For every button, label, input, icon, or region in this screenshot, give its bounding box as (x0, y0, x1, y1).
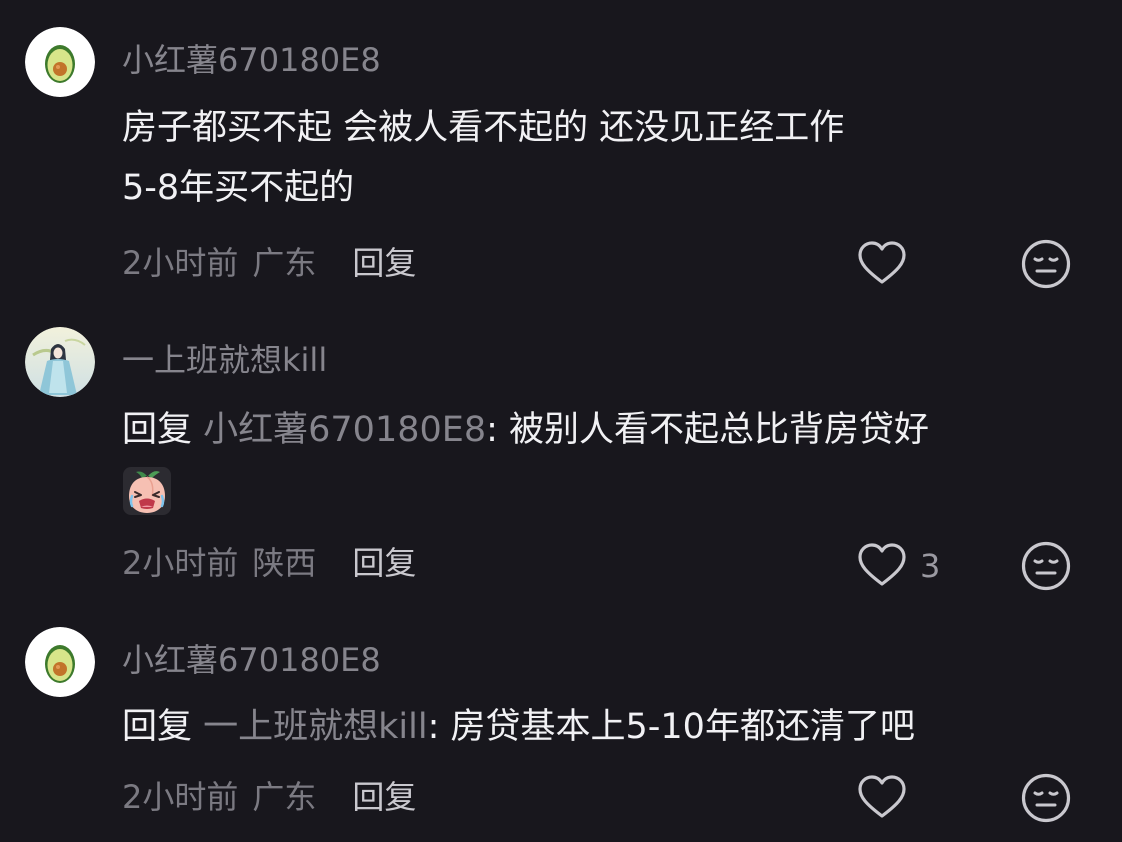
crying-peach-emoji (123, 467, 171, 515)
heart-icon (858, 241, 906, 284)
comment-text-line: 回复 一上班就想kill: 房贷基本上5-10年都还清了吧 (122, 697, 1082, 757)
comment-username[interactable]: 小红薯670180E8 (122, 640, 381, 680)
avocado-icon (25, 627, 95, 697)
anime-girl-avatar (25, 327, 95, 397)
comment-text-line (122, 460, 1082, 520)
avatar[interactable] (25, 627, 95, 697)
comment-text: 回复 小红薯670180E8: 被别人看不起总比背房贷好 (122, 400, 1082, 520)
heart-icon (858, 543, 906, 586)
comment-text-line: 房子都买不起 会被人看不起的 还没见正经工作 (122, 108, 845, 148)
comment-meta: 2小时前 陕西 回复 (122, 543, 416, 583)
like-button[interactable]: 3 (856, 540, 940, 592)
reply-button[interactable]: 回复 (352, 778, 416, 816)
comment-time: 2小时前 (122, 244, 239, 282)
avatar[interactable] (25, 27, 95, 97)
like-count: 3 (920, 547, 941, 585)
like-button[interactable] (856, 238, 920, 290)
meh-face-icon (1021, 773, 1071, 823)
comment-username[interactable]: 一上班就想kill (122, 340, 327, 380)
comment-text-line: 回复 小红薯670180E8: 被别人看不起总比背房贷好 (122, 400, 1082, 460)
comment-text: 房子都买不起 会被人看不起的 还没见正经工作 5-8年买不起的 (122, 98, 1082, 218)
reply-target-username[interactable]: 小红薯670180E8 (203, 410, 486, 450)
meh-face-icon (1021, 541, 1071, 591)
reply-button[interactable]: 回复 (352, 544, 416, 582)
comment-text-body: : 房贷基本上5-10年都还清了吧 (427, 707, 915, 747)
dislike-button[interactable] (1020, 772, 1072, 824)
comment-time: 2小时前 (122, 544, 239, 582)
heart-icon (858, 775, 906, 818)
like-button[interactable] (856, 772, 920, 824)
reply-target-username[interactable]: 一上班就想kill (203, 707, 427, 747)
comment-time: 2小时前 (122, 778, 239, 816)
comment-meta: 2小时前 广东 回复 (122, 243, 416, 283)
avatar[interactable] (25, 327, 95, 397)
comment-text: 回复 一上班就想kill: 房贷基本上5-10年都还清了吧 (122, 697, 1082, 757)
comment-username[interactable]: 小红薯670180E8 (122, 40, 381, 80)
comment-list: 小红薯670180E8 房子都买不起 会被人看不起的 还没见正经工作 5-8年买… (0, 0, 1122, 842)
comment-location: 广东 (252, 244, 317, 282)
comment-location: 陕西 (252, 544, 317, 582)
meh-face-icon (1021, 239, 1071, 289)
dislike-button[interactable] (1020, 540, 1072, 592)
reply-button[interactable]: 回复 (352, 244, 416, 282)
reply-prefix: 回复 (122, 410, 204, 450)
comment-text-body: : 被别人看不起总比背房贷好 (486, 410, 930, 450)
comment-location: 广东 (252, 778, 317, 816)
comment-meta: 2小时前 广东 回复 (122, 777, 416, 817)
comment-text-line: 5-8年买不起的 (122, 168, 355, 208)
dislike-button[interactable] (1020, 238, 1072, 290)
avocado-icon (25, 27, 95, 97)
reply-prefix: 回复 (122, 707, 204, 747)
